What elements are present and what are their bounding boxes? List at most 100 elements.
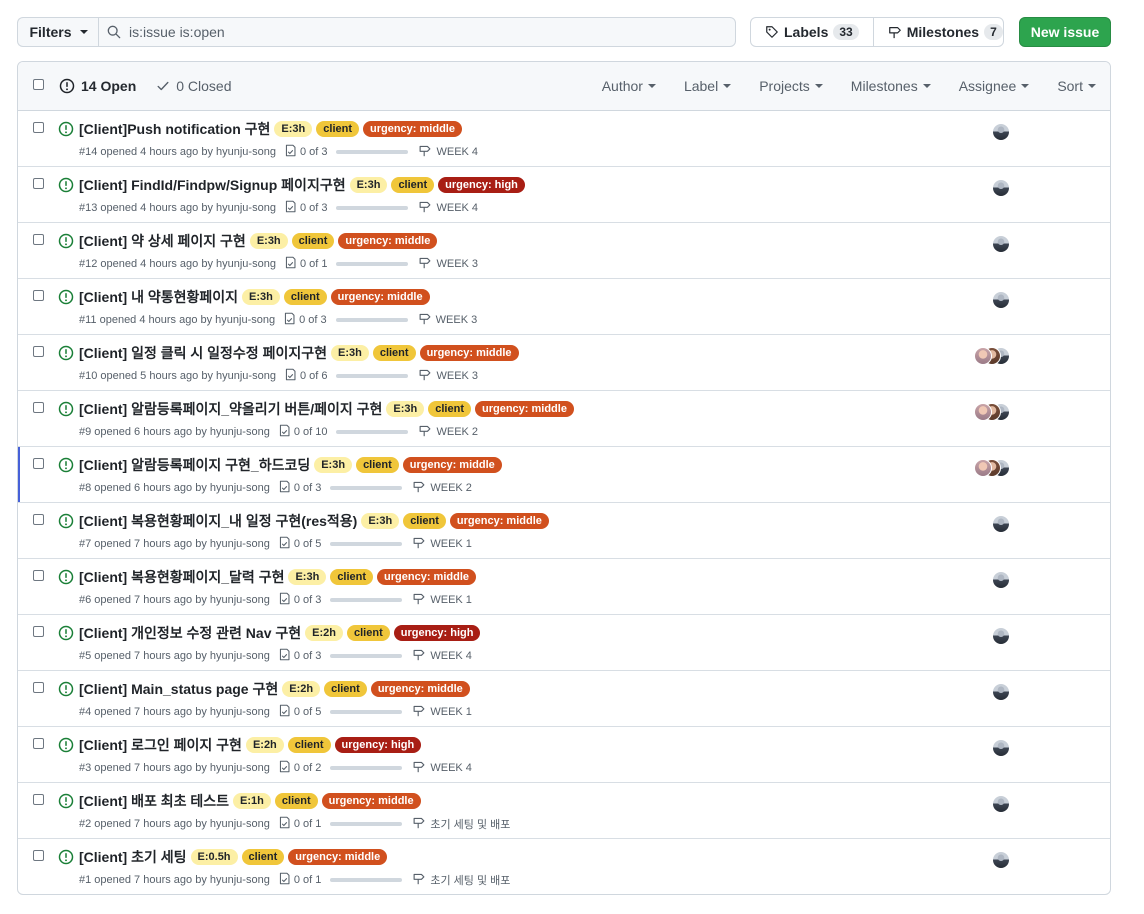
- issue-title-link[interactable]: [Client] 일정 클릭 시 일정수정 페이지구현: [79, 343, 327, 363]
- urgency-label[interactable]: urgency: middle: [377, 569, 477, 585]
- assignee-avatar[interactable]: [974, 403, 992, 421]
- assignee-avatar[interactable]: [992, 123, 1010, 141]
- client-label[interactable]: client: [330, 569, 374, 585]
- milestone-link[interactable]: 초기 세팅 및 배포: [412, 816, 510, 832]
- assignee-avatar[interactable]: [992, 627, 1010, 645]
- assignee-avatar[interactable]: [992, 291, 1010, 309]
- issue-checkbox[interactable]: [33, 402, 44, 413]
- milestone-link[interactable]: WEEK 2: [418, 424, 478, 440]
- client-label[interactable]: client: [274, 793, 318, 809]
- estimate-label[interactable]: E:3h: [242, 289, 280, 305]
- milestones-menu[interactable]: Milestones: [851, 78, 931, 94]
- issue-title-link[interactable]: [Client] 배포 최초 테스트: [79, 791, 229, 811]
- search-field[interactable]: [98, 17, 736, 47]
- estimate-label[interactable]: E:3h: [330, 345, 369, 361]
- issue-checkbox[interactable]: [33, 178, 44, 189]
- estimate-label[interactable]: E:2h: [305, 625, 343, 641]
- client-label[interactable]: client: [241, 849, 285, 865]
- label-menu[interactable]: Label: [684, 78, 732, 94]
- client-label[interactable]: client: [283, 289, 327, 305]
- client-label[interactable]: client: [372, 345, 416, 361]
- client-label[interactable]: client: [287, 737, 331, 753]
- estimate-label[interactable]: E:0.5h: [190, 849, 238, 865]
- estimate-label[interactable]: E:3h: [314, 457, 353, 473]
- milestone-link[interactable]: WEEK 4: [418, 200, 478, 216]
- issue-title-link[interactable]: [Client] 내 약통현황페이지: [79, 287, 238, 307]
- assignee-avatar[interactable]: [974, 459, 992, 477]
- sort-menu[interactable]: Sort: [1057, 78, 1096, 94]
- estimate-label[interactable]: E:3h: [386, 401, 425, 417]
- issue-title-link[interactable]: [Client] 로그인 페이지 구현: [79, 735, 242, 755]
- estimate-label[interactable]: E:3h: [288, 569, 327, 585]
- author-menu[interactable]: Author: [602, 78, 656, 94]
- urgency-label[interactable]: urgency: middle: [288, 849, 388, 865]
- milestone-link[interactable]: WEEK 3: [418, 312, 477, 328]
- milestone-link[interactable]: WEEK 3: [418, 256, 478, 272]
- urgency-label[interactable]: urgency: middle: [363, 121, 462, 137]
- labels-button[interactable]: Labels 33: [751, 18, 873, 46]
- estimate-label[interactable]: E:2h: [245, 737, 284, 753]
- urgency-label[interactable]: urgency: middle: [338, 233, 438, 249]
- issue-checkbox[interactable]: [33, 290, 44, 301]
- issue-title-link[interactable]: [Client] FindId/Findpw/Signup 페이지구현: [79, 175, 346, 195]
- client-label[interactable]: client: [324, 681, 367, 697]
- select-all-checkbox[interactable]: [33, 79, 44, 90]
- assignee-avatar[interactable]: [992, 851, 1010, 869]
- projects-menu[interactable]: Projects: [759, 78, 823, 94]
- issue-title-link[interactable]: [Client] Main_status page 구현: [79, 679, 278, 699]
- filters-button[interactable]: Filters: [17, 17, 99, 47]
- client-label[interactable]: client: [291, 233, 335, 249]
- search-input[interactable]: [129, 24, 689, 40]
- estimate-label[interactable]: E:3h: [249, 233, 288, 249]
- issue-checkbox[interactable]: [33, 514, 44, 525]
- issue-checkbox[interactable]: [33, 794, 44, 805]
- urgency-label[interactable]: urgency: middle: [474, 401, 574, 417]
- issue-checkbox[interactable]: [33, 346, 44, 357]
- milestone-link[interactable]: WEEK 3: [418, 368, 478, 384]
- estimate-label[interactable]: E:1h: [233, 793, 271, 809]
- issue-checkbox[interactable]: [33, 570, 44, 581]
- issue-checkbox[interactable]: [33, 626, 44, 637]
- estimate-label[interactable]: E:3h: [349, 177, 388, 193]
- urgency-label[interactable]: urgency: middle: [330, 289, 430, 305]
- urgency-label[interactable]: urgency: high: [393, 625, 481, 641]
- assignee-avatar[interactable]: [992, 235, 1010, 253]
- estimate-label[interactable]: E:3h: [361, 513, 400, 529]
- milestone-link[interactable]: WEEK 2: [412, 480, 472, 496]
- issue-title-link[interactable]: [Client] 복용현황페이지_내 일정 구현(res적용): [79, 511, 357, 531]
- estimate-label[interactable]: E:2h: [282, 681, 321, 697]
- open-issues-link[interactable]: 14 Open: [81, 78, 136, 94]
- urgency-label[interactable]: urgency: middle: [370, 681, 470, 697]
- assignee-avatar[interactable]: [992, 571, 1010, 589]
- assignee-menu[interactable]: Assignee: [959, 78, 1030, 94]
- assignee-avatar[interactable]: [992, 515, 1010, 533]
- urgency-label[interactable]: urgency: middle: [321, 793, 421, 809]
- issue-title-link[interactable]: [Client] 약 상세 페이지 구현: [79, 231, 246, 251]
- issue-checkbox[interactable]: [33, 682, 44, 693]
- estimate-label[interactable]: E:3h: [274, 121, 313, 137]
- client-label[interactable]: client: [428, 401, 471, 417]
- milestone-link[interactable]: WEEK 1: [412, 536, 472, 552]
- assignee-avatar[interactable]: [992, 683, 1010, 701]
- urgency-label[interactable]: urgency: high: [438, 177, 525, 193]
- client-label[interactable]: client: [347, 625, 390, 641]
- client-label[interactable]: client: [391, 177, 435, 193]
- milestone-link[interactable]: WEEK 4: [412, 760, 472, 776]
- milestone-link[interactable]: WEEK 1: [412, 704, 472, 720]
- issue-title-link[interactable]: [Client] 알람등록페이지_약올리기 버튼/페이지 구현: [79, 399, 382, 419]
- issue-title-link[interactable]: [Client] 알람등록페이지 구현_하드코딩: [79, 455, 310, 475]
- urgency-label[interactable]: urgency: high: [334, 737, 422, 753]
- assignee-avatar[interactable]: [992, 179, 1010, 197]
- client-label[interactable]: client: [316, 121, 359, 137]
- client-label[interactable]: client: [403, 513, 446, 529]
- urgency-label[interactable]: urgency: middle: [402, 457, 502, 473]
- client-label[interactable]: client: [356, 457, 399, 473]
- issue-checkbox[interactable]: [33, 122, 44, 133]
- milestone-link[interactable]: WEEK 1: [412, 592, 472, 608]
- urgency-label[interactable]: urgency: middle: [419, 345, 519, 361]
- milestone-link[interactable]: 초기 세팅 및 배포: [412, 872, 510, 888]
- closed-issues-link[interactable]: 0 Closed: [156, 78, 232, 94]
- issue-title-link[interactable]: [Client] 개인정보 수정 관련 Nav 구현: [79, 623, 301, 643]
- milestone-link[interactable]: WEEK 4: [418, 144, 478, 160]
- new-issue-button[interactable]: New issue: [1019, 17, 1111, 47]
